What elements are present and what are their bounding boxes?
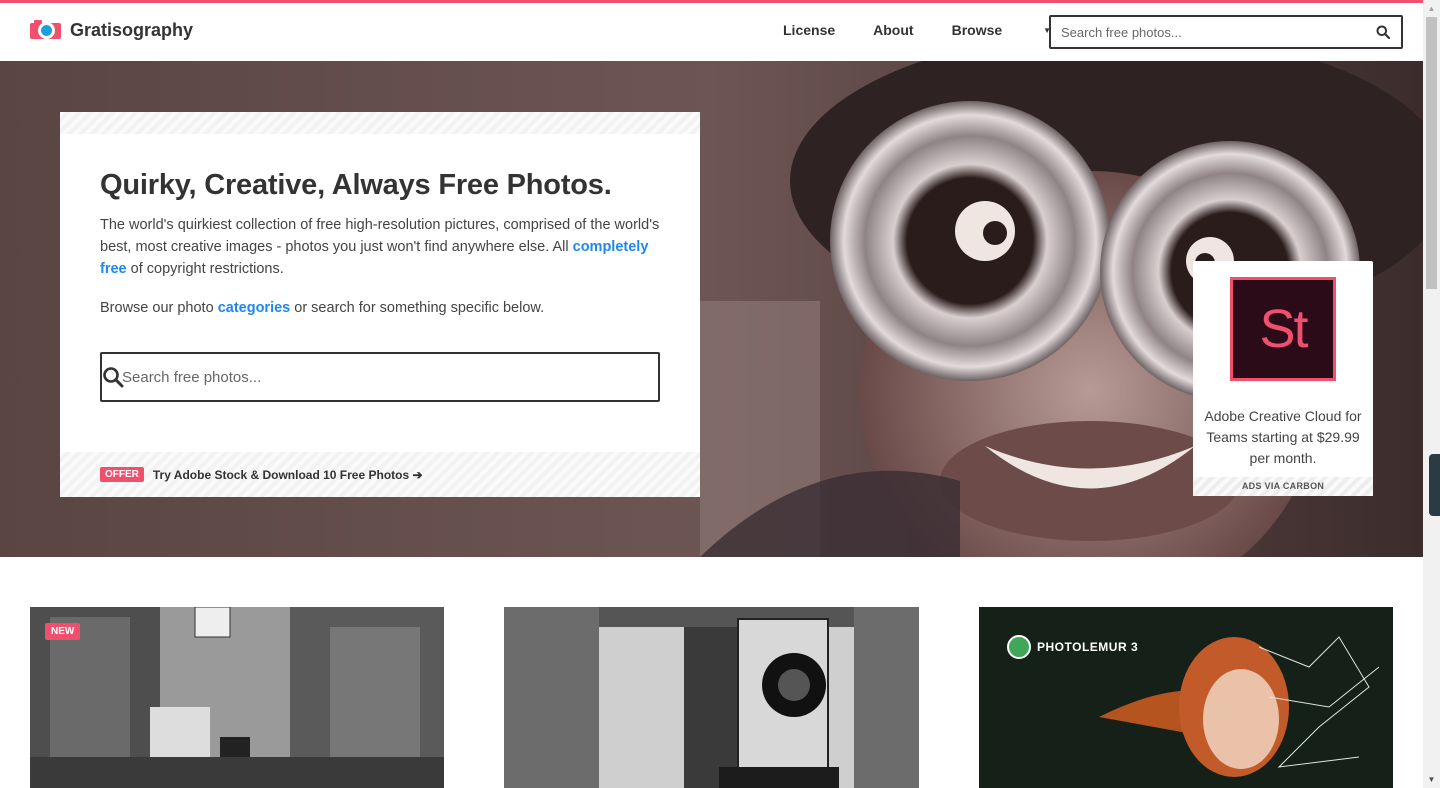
hero-section: Quirky, Creative, Always Free Photos. Th… [0, 61, 1423, 557]
hero-desc-text-2: of copyright restrictions. [126, 261, 284, 277]
side-widget-tab[interactable] [1429, 454, 1440, 516]
offer-text: Try Adobe Stock & Download 10 Free Photo… [152, 467, 410, 482]
carbon-ad[interactable]: St Adobe Creative Cloud for Teams starti… [1193, 261, 1373, 496]
ad-text[interactable]: Adobe Creative Cloud for Teams starting … [1203, 406, 1363, 469]
hero-search-input[interactable]: Search free photos... [100, 352, 660, 402]
photo-tile-city[interactable]: NEW [30, 607, 444, 788]
hero-description: The world's quirkiest collection of free… [100, 214, 660, 280]
header-search-placeholder: Search free photos... [1061, 24, 1182, 40]
header-search-input[interactable]: Search free photos... [1049, 15, 1403, 49]
search-icon[interactable] [1376, 25, 1390, 39]
photolemur-brand: PHOTOLEMUR 3 [1037, 640, 1139, 654]
offer-link[interactable]: Try Adobe Stock & Download 10 Free Photo… [153, 468, 423, 482]
categories-link[interactable]: categories [218, 300, 291, 316]
browse-text-1: Browse our photo [100, 300, 218, 316]
page: Gratisography License About Browse ▼ Sear… [0, 0, 1423, 788]
site-name: Gratisography [70, 19, 194, 40]
browse-text-2: or search for something specific below. [290, 300, 545, 316]
photo-tile-photolemur[interactable]: PHOTOLEMUR 3 [979, 607, 1393, 788]
scroll-up-icon[interactable]: ▲ [1423, 0, 1440, 17]
camera-logo-icon [30, 19, 61, 41]
scrollbar-thumb[interactable] [1426, 17, 1437, 289]
photolemur-icon [1007, 635, 1031, 659]
search-icon[interactable] [102, 366, 124, 388]
offer-bar[interactable]: OFFER Try Adobe Stock & Download 10 Free… [60, 452, 700, 497]
photolemur-logo: PHOTOLEMUR 3 [1007, 635, 1138, 659]
hero-browse-text: Browse our photo categories or search fo… [100, 300, 544, 316]
scroll-down-icon[interactable]: ▼ [1423, 771, 1440, 788]
nav-browse-label: Browse [951, 22, 1003, 38]
site-logo[interactable]: Gratisography [30, 19, 193, 41]
offer-badge: OFFER [100, 467, 144, 482]
hero-search-placeholder: Search free photos... [122, 368, 262, 386]
nav-about[interactable]: About [873, 22, 913, 38]
new-badge: NEW [45, 623, 81, 640]
adobe-stock-logo-icon[interactable]: St [1230, 277, 1336, 381]
photo-tile-camera[interactable] [504, 607, 919, 788]
site-header: Gratisography License About Browse ▼ Sear… [0, 3, 1423, 61]
vertical-scrollbar[interactable]: ▲ ▼ [1423, 0, 1440, 788]
camera-photo [504, 607, 919, 788]
city-street-photo [30, 607, 444, 788]
card-stripe [60, 112, 700, 134]
arrow-right-icon: ➔ [412, 467, 423, 482]
nav-license[interactable]: License [783, 22, 835, 38]
ads-via-carbon[interactable]: ADS VIA CARBON [1193, 477, 1373, 496]
hero-title: Quirky, Creative, Always Free Photos. [100, 169, 612, 201]
hero-card: Quirky, Creative, Always Free Photos. Th… [60, 112, 700, 497]
